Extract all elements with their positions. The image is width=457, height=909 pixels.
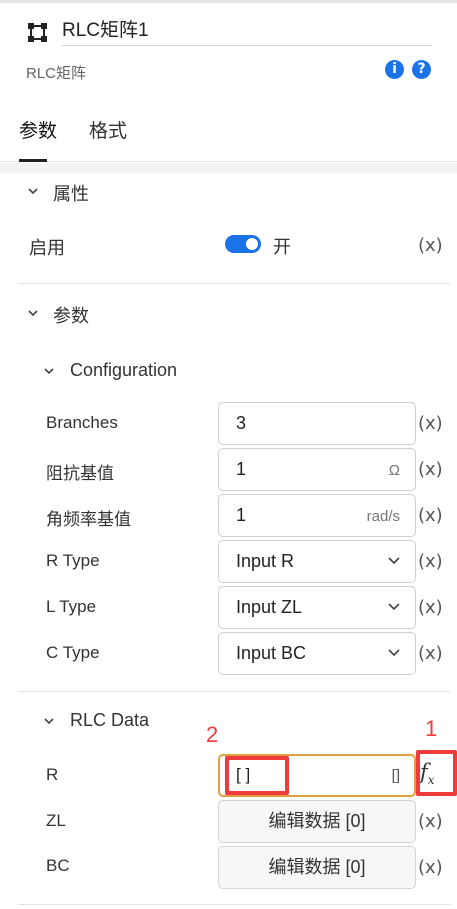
chevron-down-icon bbox=[388, 557, 400, 565]
edit-zl-data-button[interactable]: 编辑数据 [0] bbox=[218, 800, 416, 843]
l-type-label: L Type bbox=[46, 597, 97, 616]
block-diagram-icon bbox=[28, 23, 47, 42]
enable-label: 启用 bbox=[29, 238, 65, 258]
subsection-configuration-header[interactable]: Configuration bbox=[70, 360, 177, 381]
zl-data-label: ZL bbox=[46, 811, 66, 830]
enable-toggle[interactable] bbox=[225, 235, 261, 253]
chevron-down-icon[interactable] bbox=[44, 716, 54, 726]
chevron-down-icon[interactable] bbox=[44, 366, 54, 376]
block-type-label: RLC矩阵 bbox=[26, 65, 87, 82]
toggle-knob bbox=[246, 238, 258, 250]
chevron-down-icon bbox=[388, 649, 400, 657]
variable-button[interactable]: (x) bbox=[418, 857, 443, 878]
variable-button[interactable]: (x) bbox=[418, 505, 443, 526]
l-type-value: Input ZL bbox=[236, 597, 303, 617]
divider bbox=[18, 691, 451, 692]
impedance-base-value: 1 bbox=[236, 459, 247, 479]
annotation-number-1: 1 bbox=[425, 716, 438, 741]
variable-button[interactable]: (x) bbox=[418, 459, 443, 480]
variable-button[interactable]: (x) bbox=[418, 643, 443, 664]
block-title-input[interactable]: RLC矩阵1 bbox=[62, 18, 432, 46]
angular-frequency-base-value: 1 bbox=[236, 505, 247, 525]
edit-bc-data-button[interactable]: 编辑数据 [0] bbox=[218, 846, 416, 889]
branches-label: Branches bbox=[46, 413, 118, 432]
impedance-base-label: 阻抗基值 bbox=[46, 464, 114, 483]
top-border bbox=[0, 0, 457, 3]
variable-button[interactable]: (x) bbox=[418, 597, 443, 618]
annotation-box-1 bbox=[416, 750, 457, 796]
subsection-rlc-data-header[interactable]: RLC Data bbox=[70, 710, 149, 731]
help-icon[interactable]: ? bbox=[412, 60, 431, 79]
l-type-select[interactable]: Input ZL bbox=[218, 586, 416, 629]
variable-button[interactable]: (x) bbox=[418, 551, 443, 572]
r-dimension-label: [] bbox=[391, 767, 400, 784]
angular-frequency-base-input[interactable]: 1 rad/s bbox=[218, 494, 416, 537]
impedance-base-input[interactable]: 1 Ω bbox=[218, 448, 416, 491]
annotation-box-2 bbox=[225, 756, 289, 795]
impedance-unit: Ω bbox=[388, 462, 400, 479]
chevron-down-icon bbox=[388, 603, 400, 611]
r-type-select[interactable]: Input R bbox=[218, 540, 416, 583]
enable-toggle-state: 开 bbox=[273, 237, 291, 257]
divider bbox=[18, 904, 451, 905]
block-header: RLC矩阵1 bbox=[0, 12, 457, 52]
variable-button[interactable]: (x) bbox=[418, 413, 443, 434]
variable-button[interactable]: (x) bbox=[418, 811, 443, 832]
tab-bar: 参数 格式 bbox=[0, 108, 457, 162]
divider bbox=[18, 283, 451, 284]
angular-frequency-base-label: 角频率基值 bbox=[46, 510, 131, 529]
branches-value: 3 bbox=[236, 413, 247, 433]
c-type-select[interactable]: Input BC bbox=[218, 632, 416, 675]
tab-format[interactable]: 格式 bbox=[89, 116, 127, 143]
variable-button[interactable]: (x) bbox=[418, 235, 443, 256]
tab-parameters[interactable]: 参数 bbox=[19, 116, 57, 143]
chevron-down-icon[interactable] bbox=[28, 308, 38, 318]
annotation-number-2: 2 bbox=[206, 722, 219, 747]
chevron-down-icon[interactable] bbox=[28, 186, 38, 196]
section-parameters-header[interactable]: 参数 bbox=[53, 302, 89, 328]
r-type-label: R Type bbox=[46, 551, 100, 570]
branches-input[interactable]: 3 bbox=[218, 402, 416, 445]
section-properties-header[interactable]: 属性 bbox=[53, 180, 89, 206]
info-icon[interactable]: i bbox=[385, 60, 404, 79]
section-separator bbox=[0, 163, 457, 173]
bc-data-label: BC bbox=[46, 856, 70, 875]
c-type-value: Input BC bbox=[236, 643, 307, 663]
angular-frequency-unit: rad/s bbox=[366, 508, 400, 525]
active-tab-indicator bbox=[19, 159, 47, 162]
c-type-label: C Type bbox=[46, 643, 100, 662]
r-data-label: R bbox=[46, 765, 59, 784]
r-type-value: Input R bbox=[236, 551, 295, 571]
